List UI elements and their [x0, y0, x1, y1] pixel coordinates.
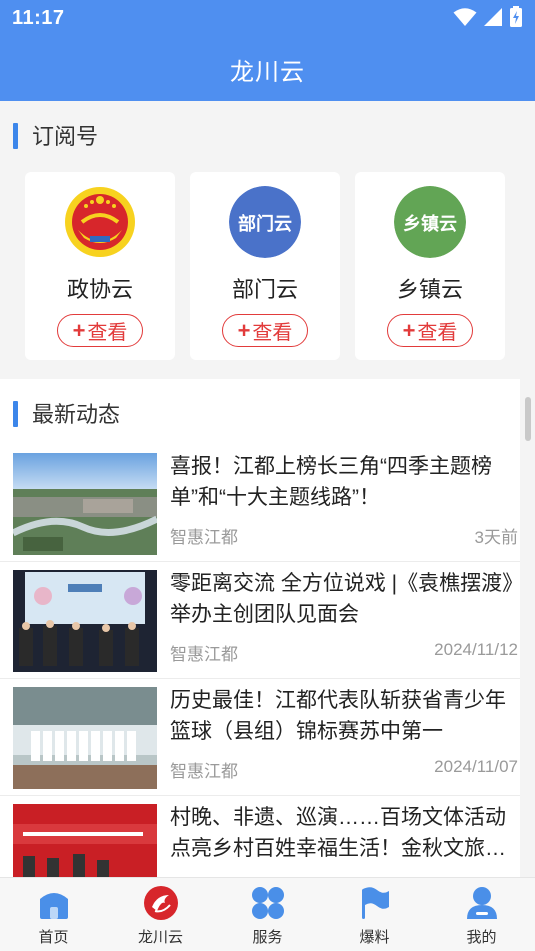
- page-title: 龙川云: [230, 59, 305, 86]
- battery-icon: [510, 6, 522, 27]
- scrollbar-thumb[interactable]: [525, 397, 531, 441]
- tab-me[interactable]: 我的: [428, 878, 535, 951]
- status-bar: 11:17: [0, 0, 535, 38]
- tab-label: 服务: [252, 929, 283, 946]
- subscription-card-zhengxie[interactable]: 政协云 + 查看: [25, 172, 175, 360]
- news-item[interactable]: 零距离交流 全方位说戏 |《袁樵摆渡》举办主创团队见面会 智惠江都 2024/1…: [0, 562, 520, 679]
- view-button[interactable]: + 查看: [57, 314, 143, 347]
- tab-label: 我的: [466, 929, 497, 946]
- status-time: 11:17: [12, 7, 65, 29]
- content-scroll-area[interactable]: 订阅号 政协云 + 查看 部门云 部门云 + 查看 乡镇云 乡镇云 + 查看 最…: [0, 101, 535, 877]
- scrollbar-track[interactable]: [520, 379, 535, 877]
- news-item-source: 智惠江都: [170, 528, 238, 547]
- view-button-label: 查看: [417, 322, 458, 344]
- subscription-card-xiangzhen[interactable]: 乡镇云 乡镇云 + 查看: [355, 172, 505, 360]
- news-item[interactable]: 喜报！江都上榜长三角“四季主题榜单”和“十大主题线路”！ 智惠江都 3天前: [0, 445, 520, 562]
- section-accent-bar: [13, 123, 18, 149]
- subscription-name: 政协云: [66, 277, 133, 302]
- tab-report[interactable]: 爆料: [321, 878, 428, 951]
- news-item-source: 智惠江都: [170, 762, 238, 781]
- township-logo-icon: 乡镇云: [394, 186, 466, 258]
- subscriptions-header: 订阅号: [0, 101, 535, 167]
- news-thumbnail: [13, 687, 157, 789]
- plus-icon: +: [237, 317, 251, 343]
- tab-label: 龙川云: [137, 929, 183, 946]
- flag-icon: [361, 887, 389, 919]
- wifi-icon: [453, 8, 477, 26]
- news-thumbnail: [13, 453, 157, 555]
- news-item-source: 智惠江都: [170, 645, 238, 664]
- news-item-title: 零距离交流 全方位说戏 |《袁樵摆渡》举办主创团队见面会: [170, 572, 513, 626]
- tab-label: 首页: [38, 929, 69, 946]
- tab-services[interactable]: 服务: [214, 878, 321, 951]
- subscription-name: 乡镇云: [396, 277, 463, 302]
- app-header: 11:17 龙川云: [0, 0, 535, 101]
- news-section: 最新动态 喜报！江都上榜长三角“四季主题榜单”和“十大主题线路”！ 智惠江都 3…: [0, 379, 520, 877]
- news-item-title: 历史最佳！江都代表队斩获省青少年篮球（县组）锦标赛苏中第一: [170, 689, 506, 743]
- subscriptions-section: 订阅号 政协云 + 查看 部门云 部门云 + 查看 乡镇云 乡镇云 + 查看: [0, 101, 535, 379]
- department-logo-icon: 部门云: [229, 186, 301, 258]
- news-item-title: 村晚、非遗、巡演……百场文体活动点亮乡村百姓幸福生活！金秋文旅…: [170, 806, 506, 860]
- news-item-title: 喜报！江都上榜长三角“四季主题榜单”和“十大主题线路”！: [170, 455, 492, 509]
- user-icon: [466, 887, 497, 919]
- tab-longchuan[interactable]: 龙川云: [107, 878, 214, 951]
- news-thumbnail: [13, 570, 157, 672]
- news-header: 最新动态: [0, 379, 520, 445]
- department-logo-text: 部门云: [238, 213, 292, 235]
- subscription-name: 部门云: [231, 277, 298, 302]
- subscriptions-title: 订阅号: [32, 124, 99, 149]
- news-item-time: 2024/11/07: [434, 757, 518, 776]
- view-button-label: 查看: [87, 322, 128, 344]
- news-item[interactable]: 村晚、非遗、巡演……百场文体活动点亮乡村百姓幸福生活！金秋文旅…: [0, 796, 520, 877]
- cppcc-emblem-icon: [65, 187, 135, 257]
- services-icon: [251, 887, 284, 919]
- home-icon: [39, 893, 68, 919]
- news-title: 最新动态: [32, 402, 121, 427]
- news-item[interactable]: 历史最佳！江都代表队斩获省青少年篮球（县组）锦标赛苏中第一 智惠江都 2024/…: [0, 679, 520, 796]
- news-item-time: 2024/11/12: [434, 640, 518, 659]
- news-item-time: 3天前: [474, 528, 518, 547]
- subscription-card-bumen[interactable]: 部门云 部门云 + 查看: [190, 172, 340, 360]
- status-icons: [453, 6, 523, 28]
- signal-icon: [484, 8, 502, 26]
- tab-home[interactable]: 首页: [0, 878, 107, 951]
- view-button[interactable]: + 查看: [222, 314, 308, 347]
- plus-icon: +: [72, 317, 86, 343]
- bottom-tab-bar: 首页 龙川云 服务 爆料 我的: [0, 877, 535, 951]
- township-logo-text: 乡镇云: [403, 213, 457, 235]
- view-button[interactable]: + 查看: [387, 314, 473, 347]
- view-button-label: 查看: [252, 322, 293, 344]
- longchuan-logo-icon: [143, 886, 178, 920]
- news-thumbnail: [13, 804, 157, 877]
- section-accent-bar: [13, 401, 18, 427]
- tab-label: 爆料: [359, 929, 390, 946]
- plus-icon: +: [402, 317, 416, 343]
